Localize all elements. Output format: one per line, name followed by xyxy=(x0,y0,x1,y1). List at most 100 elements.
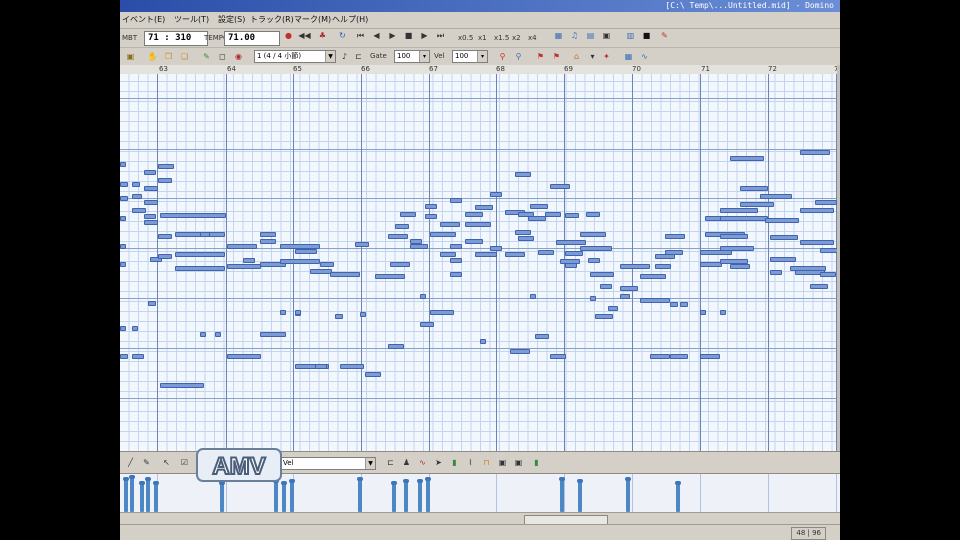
midi-note[interactable] xyxy=(120,182,128,187)
midi-note[interactable] xyxy=(550,184,570,189)
record-icon[interactable]: ● xyxy=(282,29,295,42)
midi-note[interactable] xyxy=(158,164,174,169)
midi-note[interactable] xyxy=(815,200,837,205)
midi-note[interactable] xyxy=(243,258,255,263)
midi-note[interactable] xyxy=(565,213,579,218)
midi-note[interactable] xyxy=(330,272,360,277)
midi-note[interactable] xyxy=(388,234,408,239)
menu-event[interactable]: イベント(E) xyxy=(122,14,165,25)
midi-note[interactable] xyxy=(440,222,460,227)
midi-note[interactable] xyxy=(280,259,320,264)
midi-note[interactable] xyxy=(765,218,799,223)
midi-note[interactable] xyxy=(680,302,688,307)
pause-icon[interactable]: ■ xyxy=(402,29,415,42)
folder-icon[interactable]: ▣ xyxy=(124,50,137,63)
midi-note[interactable] xyxy=(144,220,158,225)
midi-note[interactable] xyxy=(120,162,126,167)
midi-note[interactable] xyxy=(260,232,276,237)
midi-note[interactable] xyxy=(595,314,613,319)
midi-note[interactable] xyxy=(132,326,138,331)
grid-icon[interactable]: ▦ xyxy=(622,50,635,63)
eraser-icon[interactable]: ◉ xyxy=(232,50,245,63)
velocity-bar[interactable] xyxy=(145,477,151,512)
velocity-bar[interactable] xyxy=(425,477,431,512)
midi-note[interactable] xyxy=(740,202,774,207)
midi-note[interactable] xyxy=(515,172,531,177)
ctl-arrow-icon[interactable]: ➤ xyxy=(432,456,445,469)
midi-note[interactable] xyxy=(720,246,754,251)
menu-track[interactable]: トラック(R) xyxy=(250,14,294,25)
midi-note[interactable] xyxy=(175,252,225,257)
tool-icon[interactable]: ✦ xyxy=(600,50,613,63)
velocity-bar[interactable] xyxy=(129,475,135,512)
check-icon[interactable]: ☑ xyxy=(178,456,191,469)
midi-note[interactable] xyxy=(365,372,381,377)
midi-note[interactable] xyxy=(800,150,830,155)
controller-combo[interactable]: Vel ▼ xyxy=(280,457,376,470)
midi-note[interactable] xyxy=(720,310,726,315)
midi-note[interactable] xyxy=(580,232,606,237)
midi-note[interactable] xyxy=(410,244,428,249)
midi-note[interactable] xyxy=(420,322,434,327)
midi-note[interactable] xyxy=(200,232,210,237)
midi-note[interactable] xyxy=(475,252,497,257)
midi-note[interactable] xyxy=(450,198,462,203)
midi-note[interactable] xyxy=(144,214,156,219)
midi-note[interactable] xyxy=(295,310,301,315)
midi-note[interactable] xyxy=(315,364,327,369)
ctl-box2-icon[interactable]: ▣ xyxy=(512,456,525,469)
midi-note[interactable] xyxy=(590,272,614,277)
midi-note[interactable] xyxy=(770,270,782,275)
midi-note[interactable] xyxy=(280,310,286,315)
midi-note[interactable] xyxy=(620,294,630,299)
midi-note[interactable] xyxy=(530,294,536,299)
quant-4[interactable]: x4 xyxy=(528,34,537,42)
velocity-bar[interactable] xyxy=(391,481,397,512)
tempo-icon[interactable]: ♣ xyxy=(316,29,329,42)
midi-note[interactable] xyxy=(465,239,483,244)
midi-note[interactable] xyxy=(538,250,554,255)
midi-note[interactable] xyxy=(740,186,768,191)
midi-note[interactable] xyxy=(160,383,204,388)
midi-note[interactable] xyxy=(132,182,140,187)
pencil-icon[interactable]: ✎ xyxy=(200,50,213,63)
line-tool-icon[interactable]: ╱ xyxy=(124,456,137,469)
midi-note[interactable] xyxy=(490,246,502,251)
velocity-bar[interactable] xyxy=(281,481,287,512)
copy-icon[interactable]: ❐ xyxy=(162,50,175,63)
midi-note[interactable] xyxy=(535,334,549,339)
midi-note[interactable] xyxy=(515,230,531,235)
midi-note[interactable] xyxy=(120,262,126,267)
midi-note[interactable] xyxy=(425,204,437,209)
piano-roll-grid[interactable] xyxy=(120,74,840,451)
midi-note[interactable] xyxy=(158,178,172,183)
chart-icon[interactable]: ▥ xyxy=(624,29,637,42)
midi-note[interactable] xyxy=(260,239,276,244)
midi-note[interactable] xyxy=(175,266,225,271)
vertical-scrollbar[interactable] xyxy=(837,65,840,451)
midi-note[interactable] xyxy=(120,196,128,201)
ctl-battery-icon[interactable]: ▮ xyxy=(530,456,543,469)
save-icon[interactable]: ▣ xyxy=(600,29,613,42)
midi-note[interactable] xyxy=(465,212,483,217)
midi-note[interactable] xyxy=(556,240,586,245)
wave-icon[interactable]: ∿ xyxy=(638,50,651,63)
midi-note[interactable] xyxy=(600,284,612,289)
midi-note[interactable] xyxy=(475,205,493,210)
midi-note[interactable] xyxy=(490,192,502,197)
midi-note[interactable] xyxy=(425,214,437,219)
velocity-bar[interactable] xyxy=(417,479,423,512)
velocity-bar[interactable] xyxy=(219,481,225,512)
paste-icon[interactable]: ❏ xyxy=(178,50,191,63)
quant-1[interactable]: x1 xyxy=(478,34,487,42)
midi-note[interactable] xyxy=(810,284,828,289)
midi-note[interactable] xyxy=(620,286,638,291)
velocity-bar[interactable] xyxy=(139,481,145,512)
midi-note[interactable] xyxy=(120,216,126,221)
ctl-lock-icon[interactable]: ⊓ xyxy=(480,456,493,469)
dropdown-icon[interactable]: ▾ xyxy=(586,50,599,63)
midi-note[interactable] xyxy=(770,257,796,262)
midi-note[interactable] xyxy=(132,194,142,199)
midi-note[interactable] xyxy=(655,264,671,269)
midi-note[interactable] xyxy=(800,208,834,213)
